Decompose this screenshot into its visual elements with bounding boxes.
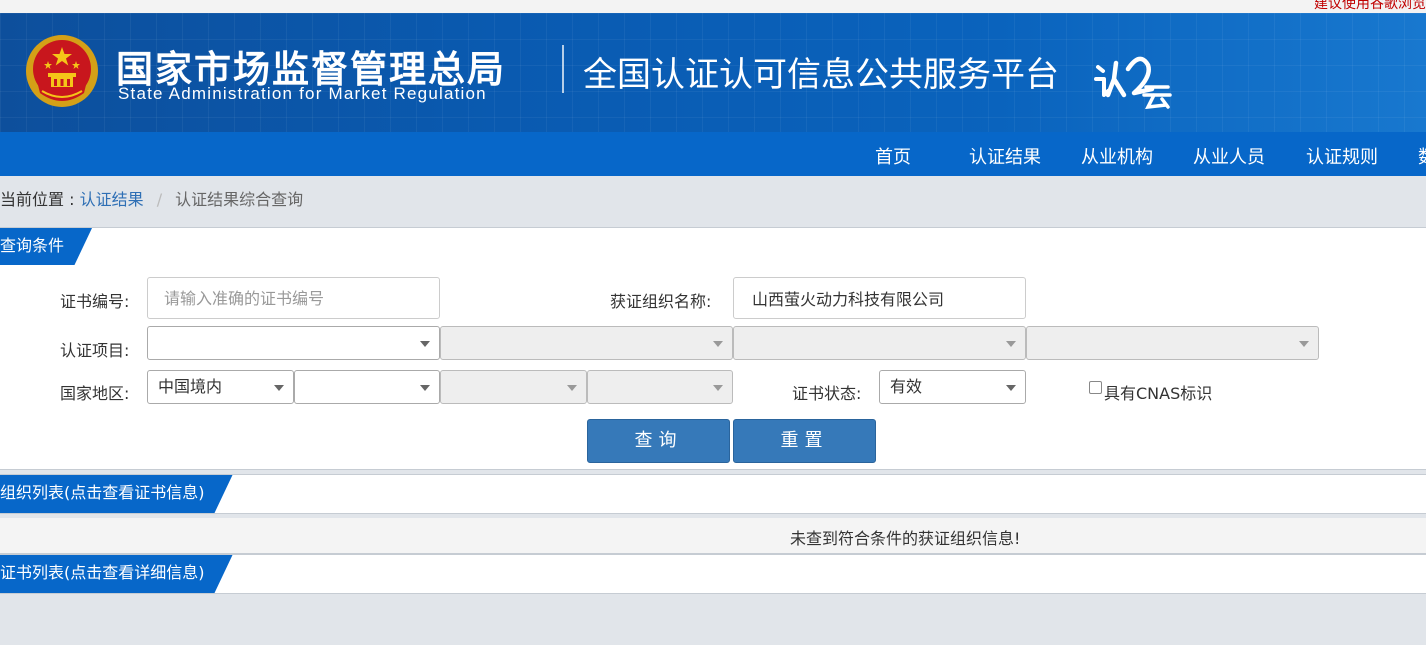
project-select-4[interactable]	[1026, 326, 1319, 360]
status-select[interactable]: 有效	[879, 370, 1026, 404]
chevron-down-icon	[1299, 341, 1309, 347]
cnas-label: 具有CNAS标识	[1104, 384, 1213, 403]
breadcrumb-prefix: 当前位置 :	[0, 190, 75, 209]
empty-message: 未查到符合条件的获证组织信息!	[790, 529, 1021, 548]
region-select-1-value: 中国境内	[158, 377, 223, 396]
nav-personnel[interactable]: 从业人员	[1193, 143, 1265, 169]
chevron-down-icon	[274, 385, 284, 391]
region-select-3[interactable]	[440, 370, 587, 404]
chevron-down-icon	[567, 385, 577, 391]
org-list-empty-row: 未查到符合条件的获证组织信息!	[0, 518, 1426, 554]
main-nav: 首页 认证结果 从业机构 从业人员 认证规则 数	[0, 132, 1426, 176]
chevron-down-icon	[420, 341, 430, 347]
chevron-down-icon	[1006, 385, 1016, 391]
search-button[interactable]: 查询	[587, 419, 730, 463]
nav-cert-rules[interactable]: 认证规则	[1306, 143, 1378, 169]
org-list-section-title: 组织列表(点击查看证书信息)	[0, 475, 233, 513]
status-select-value: 有效	[890, 377, 923, 396]
cert-no-input[interactable]	[147, 277, 440, 319]
project-select-3[interactable]	[733, 326, 1026, 360]
chevron-down-icon	[420, 385, 430, 391]
top-strip: 建议使用谷歌浏览器	[0, 0, 1426, 13]
breadcrumb-current: 认证结果综合查询	[175, 190, 304, 209]
query-form: 证书编号: 获证组织名称: 认证项目: 国家地区: 中国境内 证书状态: 有效	[0, 265, 1426, 470]
chevron-down-icon	[713, 385, 723, 391]
org-name-label: 获证组织名称:	[610, 292, 712, 311]
reset-button[interactable]: 重置	[733, 419, 876, 463]
browser-hint: 建议使用谷歌浏览器	[1314, 0, 1426, 12]
nav-cert-results[interactable]: 认证结果	[969, 143, 1041, 169]
region-select-2[interactable]	[294, 370, 440, 404]
status-label: 证书状态:	[792, 384, 862, 403]
region-label: 国家地区:	[60, 384, 130, 403]
header-divider	[562, 45, 564, 93]
project-select-1[interactable]	[147, 326, 440, 360]
region-select-4[interactable]	[587, 370, 733, 404]
renyun-logo-icon	[1094, 56, 1172, 109]
project-select-2[interactable]	[440, 326, 733, 360]
cert-list-section-title: 证书列表(点击查看详细信息)	[0, 555, 233, 593]
breadcrumb: 当前位置 : 认证结果 / 认证结果综合查询	[0, 186, 303, 210]
national-emblem-icon	[26, 35, 98, 107]
cnas-checkbox[interactable]	[1089, 381, 1102, 394]
chevron-down-icon	[713, 341, 723, 347]
cert-no-label: 证书编号:	[60, 292, 130, 311]
breadcrumb-separator: /	[156, 190, 163, 209]
header-banner: 国家市场监督管理总局 State Administration for Mark…	[0, 13, 1426, 132]
region-select-1[interactable]: 中国境内	[147, 370, 294, 404]
query-section-title: 查询条件	[0, 228, 92, 266]
nav-data[interactable]: 数	[1418, 143, 1426, 169]
org-list-section-header: 组织列表(点击查看证书信息)	[0, 474, 1426, 514]
cert-list-section-header: 证书列表(点击查看详细信息)	[0, 554, 1426, 594]
nav-home[interactable]: 首页	[875, 143, 911, 169]
nav-institutions[interactable]: 从业机构	[1081, 143, 1153, 169]
chevron-down-icon	[1006, 341, 1016, 347]
query-section-header: 查询条件	[0, 227, 1426, 267]
org-name-input[interactable]	[733, 277, 1026, 319]
breadcrumb-link-cert-results[interactable]: 认证结果	[80, 190, 144, 209]
org-name-en: State Administration for Market Regulati…	[118, 84, 487, 103]
project-label: 认证项目:	[60, 341, 130, 360]
platform-title: 全国认证认可信息公共服务平台	[583, 55, 1059, 95]
